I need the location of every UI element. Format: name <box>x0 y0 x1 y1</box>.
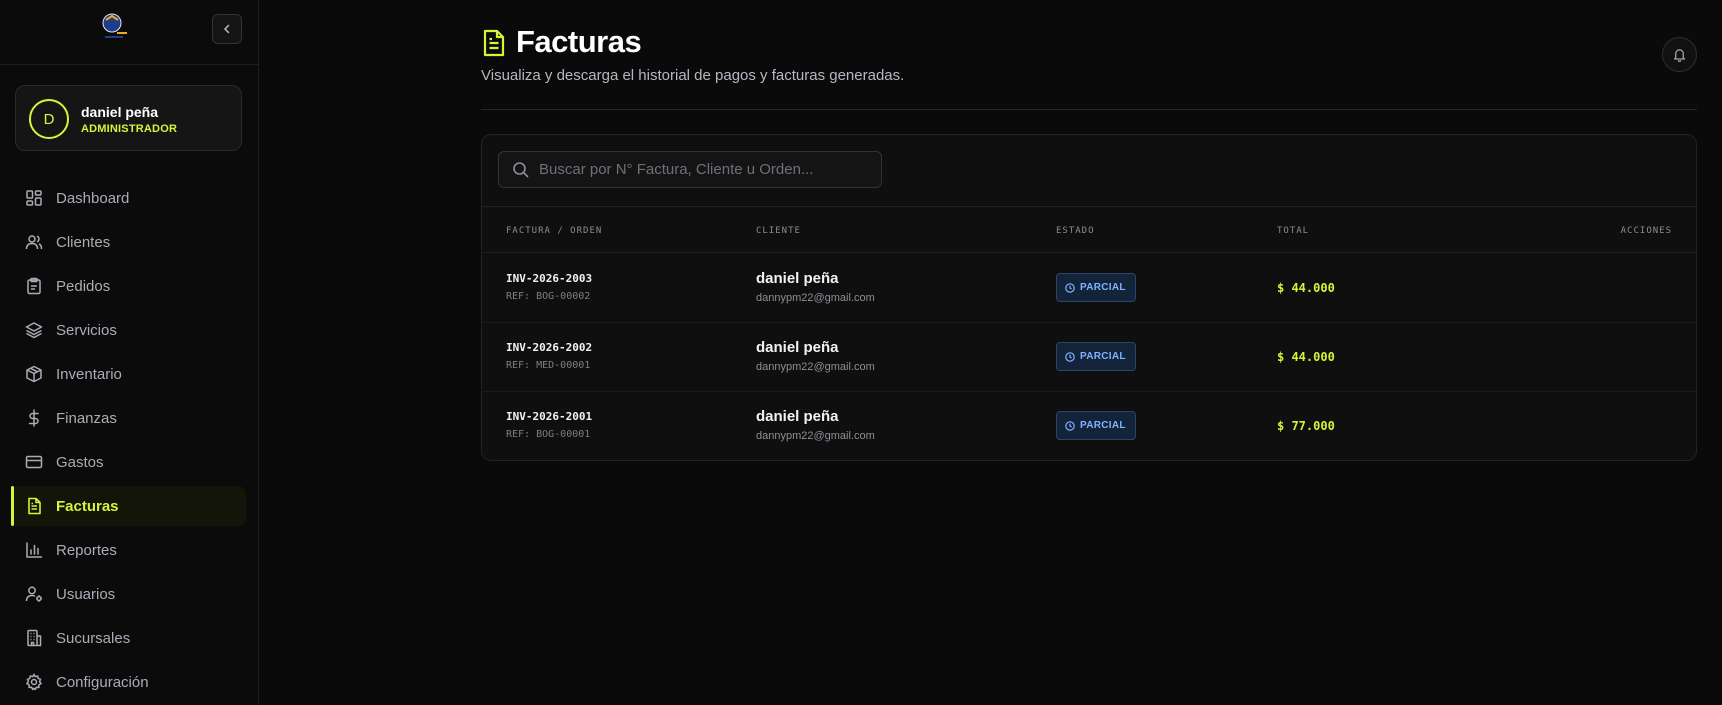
client-email: dannypm22@gmail.com <box>756 361 875 373</box>
users-icon <box>25 235 43 250</box>
box-icon <box>26 365 42 383</box>
invoice-total: $ 77.000 <box>1277 419 1335 433</box>
sidebar-item-label: Facturas <box>56 497 119 515</box>
table-row[interactable]: INV-2026-2003 REF: BOG-00002 daniel peña… <box>482 254 1696 323</box>
sidebar: D daniel peña ADMINISTRADOR Dashboard Cl… <box>0 0 259 705</box>
status-label: PARCIAL <box>1080 351 1126 362</box>
client-email: dannypm22@gmail.com <box>756 430 875 442</box>
avatar: D <box>29 99 69 139</box>
file-text-icon <box>483 29 505 57</box>
collapse-sidebar-button[interactable] <box>212 14 242 44</box>
column-header: ESTADO <box>1056 226 1095 236</box>
logo <box>102 13 127 38</box>
sidebar-item-label: Usuarios <box>56 585 116 603</box>
user-card[interactable]: D daniel peña ADMINISTRADOR <box>15 85 242 151</box>
page-subtitle: Visualiza y descarga el historial de pag… <box>481 67 905 84</box>
sidebar-item-label: Gastos <box>56 453 104 471</box>
search-box[interactable] <box>498 151 882 188</box>
order-ref: REF: MED-00001 <box>506 360 591 371</box>
layers-icon <box>25 322 43 339</box>
sidebar-header <box>0 0 258 65</box>
invoice-number: INV-2026-2003 <box>506 272 593 285</box>
chevron-left-icon <box>223 24 230 34</box>
status-label: PARCIAL <box>1080 420 1126 431</box>
dollar-icon <box>28 409 39 427</box>
client-email: dannypm22@gmail.com <box>756 292 875 304</box>
invoice-total: $ 44.000 <box>1277 281 1335 295</box>
user-name: daniel peña <box>81 104 159 120</box>
table-row[interactable]: INV-2026-2001 REF: BOG-00001 daniel peña… <box>482 392 1696 460</box>
sidebar-item-label: Sucursales <box>56 629 131 647</box>
table-row[interactable]: INV-2026-2002 REF: MED-00001 daniel peña… <box>482 323 1696 392</box>
sidebar-item-usuarios[interactable]: Usuarios <box>11 574 246 614</box>
order-ref: REF: BOG-00002 <box>506 291 591 302</box>
search-input[interactable] <box>539 161 859 178</box>
search-icon <box>513 162 529 178</box>
status-badge: PARCIAL <box>1056 411 1136 440</box>
column-header: TOTAL <box>1277 226 1310 236</box>
sidebar-item-inventario[interactable]: Inventario <box>11 354 246 394</box>
sidebar-item-finanzas[interactable]: Finanzas <box>11 398 246 438</box>
sidebar-item-gastos[interactable]: Gastos <box>11 442 246 482</box>
sidebar-item-reportes[interactable]: Reportes <box>11 530 246 570</box>
sidebar-item-clientes[interactable]: Clientes <box>11 222 246 262</box>
invoice-total: $ 44.000 <box>1277 350 1335 364</box>
sidebar-item-label: Inventario <box>56 365 122 383</box>
sidebar-nav: Dashboard Clientes Pedidos Servicios Inv… <box>11 178 246 705</box>
clipboard-icon <box>27 277 41 295</box>
sidebar-item-facturas[interactable]: Facturas <box>11 486 246 526</box>
bar-chart-icon <box>26 542 43 558</box>
credit-card-icon <box>25 455 43 469</box>
invoices-panel: FACTURA / ORDEN CLIENTE ESTADO TOTAL ACC… <box>481 134 1697 461</box>
sidebar-item-configuracion[interactable]: Configuración <box>11 662 246 702</box>
gear-icon <box>25 673 43 691</box>
status-badge: PARCIAL <box>1056 273 1136 302</box>
invoice-number: INV-2026-2002 <box>506 341 593 354</box>
user-role: ADMINISTRADOR <box>81 123 178 135</box>
invoice-number: INV-2026-2001 <box>506 410 593 423</box>
building-icon <box>27 629 42 647</box>
page-title: Facturas <box>516 24 642 59</box>
header-divider <box>481 109 1697 110</box>
bell-icon <box>1673 49 1686 62</box>
sidebar-item-label: Finanzas <box>56 409 117 427</box>
sidebar-item-servicios[interactable]: Servicios <box>11 310 246 350</box>
status-label: PARCIAL <box>1080 282 1126 293</box>
sidebar-item-sucursales[interactable]: Sucursales <box>11 618 246 658</box>
notifications-button[interactable] <box>1662 37 1697 72</box>
order-ref: REF: BOG-00001 <box>506 429 591 440</box>
client-name: daniel peña <box>756 339 839 356</box>
column-header: CLIENTE <box>756 226 801 236</box>
client-name: daniel peña <box>756 270 839 287</box>
table-header: FACTURA / ORDEN CLIENTE ESTADO TOTAL ACC… <box>482 207 1696 253</box>
clock-icon <box>1065 282 1075 293</box>
status-badge: PARCIAL <box>1056 342 1136 371</box>
sidebar-item-pedidos[interactable]: Pedidos <box>11 266 246 306</box>
dashboard-icon <box>26 190 42 206</box>
sidebar-item-dashboard[interactable]: Dashboard <box>11 178 246 218</box>
column-header: ACCIONES <box>1620 226 1672 236</box>
clock-icon <box>1065 351 1075 362</box>
sidebar-item-label: Servicios <box>56 321 117 339</box>
file-text-icon <box>28 497 41 515</box>
column-header: FACTURA / ORDEN <box>506 226 603 236</box>
user-cog-icon <box>25 586 42 602</box>
sidebar-item-label: Clientes <box>56 233 111 251</box>
sidebar-item-label: Dashboard <box>56 189 130 207</box>
sidebar-item-label: Configuración <box>56 673 149 691</box>
client-name: daniel peña <box>756 408 839 425</box>
clock-icon <box>1065 420 1075 431</box>
sidebar-item-label: Reportes <box>56 541 117 559</box>
sidebar-item-label: Pedidos <box>56 277 111 295</box>
